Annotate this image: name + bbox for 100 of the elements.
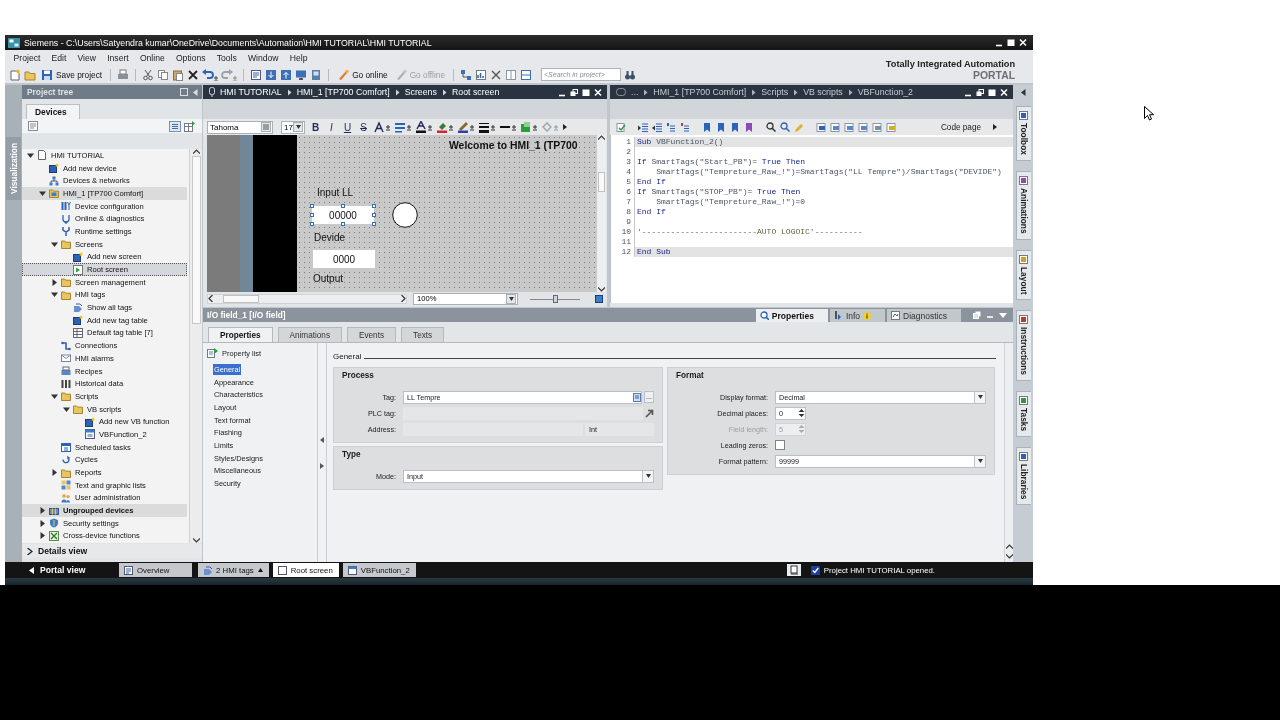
breadcrumb-item[interactable]: HMI_1 [TP700 Comfort] [653, 87, 747, 97]
io-field[interactable]: 00000 [312, 206, 374, 224]
resize-handle[interactable] [372, 222, 376, 226]
more-icon[interactable] [563, 124, 567, 130]
breadcrumb-item[interactable]: Root screen [451, 87, 500, 97]
caret-down-icon[interactable] [50, 291, 58, 299]
caret-right-icon[interactable] [50, 278, 58, 286]
more-icon[interactable] [993, 124, 997, 130]
resize-handle[interactable] [310, 222, 314, 226]
align-icon[interactable] [395, 121, 411, 133]
caret-right-icon[interactable] [38, 507, 46, 515]
menu-item[interactable]: Insert [101, 53, 135, 63]
property-tab[interactable]: Events [347, 327, 397, 342]
menu-item[interactable]: Tools [211, 53, 243, 63]
scroll-down-icon[interactable] [1005, 554, 1013, 559]
bookmark-icon[interactable] [702, 121, 712, 133]
check-icon[interactable] [616, 121, 626, 133]
scroll-down-icon[interactable] [598, 287, 605, 292]
scroll-up-icon[interactable] [598, 135, 605, 140]
screen-canvas[interactable]: Welcome to HMI_1 (TP700 Input LL 00000 Devide 0000 Output [297, 135, 597, 292]
code-page-button[interactable]: Code page [940, 122, 981, 132]
lines-icon[interactable] [680, 121, 690, 133]
breadcrumb-item[interactable]: HMI_1 [TP700 Comfort] [296, 87, 390, 97]
font-icon[interactable] [374, 121, 390, 133]
toolbar-button[interactable]: Go online [335, 67, 390, 82]
scroll-right-icon[interactable] [401, 295, 406, 302]
circle-object[interactable] [392, 202, 418, 228]
canvas-label[interactable]: Devide [314, 232, 346, 243]
code-line[interactable]: '------------------------AUTO LOGOIC'---------- [635, 227, 1013, 237]
code-line[interactable]: SmartTags("Tempreture_Raw_!")=0 [635, 197, 1013, 207]
lines-icon[interactable] [666, 121, 676, 133]
text-color-icon[interactable] [416, 121, 432, 133]
property-tab[interactable]: Texts [401, 327, 445, 342]
property-tab[interactable]: Properties [208, 327, 273, 342]
magnifier-icon[interactable] [780, 121, 790, 133]
spinner-arrows-icon[interactable] [798, 408, 805, 418]
line-width-icon[interactable] [479, 121, 495, 133]
chevron-right-icon[interactable] [320, 462, 324, 469]
close-icon[interactable] [594, 87, 602, 97]
clipboard-icon[interactable] [172, 68, 185, 81]
scroll-down-icon[interactable] [192, 538, 200, 543]
code-line[interactable]: SmartTags("Tempreture_Raw_!")=SmartTags("LL Tempre")/SmartTags("DEVIDE") [635, 167, 1013, 177]
side-tab[interactable]: Animations [1015, 170, 1031, 240]
pin-icon[interactable] [209, 87, 215, 97]
horizontal-scrollbar[interactable] [207, 293, 407, 304]
save-icon[interactable] [41, 68, 53, 81]
side-tab[interactable]: Layout [1015, 249, 1031, 300]
caret-down-icon[interactable] [50, 392, 58, 400]
resize-handle[interactable] [310, 204, 314, 208]
menu-caret-icon[interactable] [999, 311, 1007, 319]
breadcrumb-item[interactable]: Screens [404, 87, 437, 97]
diagonal-arrow-icon[interactable] [645, 408, 654, 418]
caret-right-icon[interactable] [50, 469, 58, 477]
menu-item[interactable]: Project [8, 53, 46, 63]
delete-icon[interactable] [187, 68, 200, 81]
breadcrumb-item[interactable]: ... [631, 87, 639, 97]
menu-item[interactable]: Options [170, 53, 212, 63]
scroll-left-icon[interactable] [208, 295, 213, 302]
font-field[interactable]: Tahoma [207, 120, 273, 134]
float-icon[interactable] [570, 87, 578, 97]
format-button[interactable]: S [358, 121, 369, 133]
square-icon[interactable] [595, 294, 603, 303]
caret-down-icon[interactable] [26, 151, 34, 159]
toolbar-button[interactable]: Save project [39, 67, 105, 82]
close-icon[interactable] [1000, 87, 1008, 97]
side-tab[interactable]: Tasks [1015, 390, 1031, 438]
list-box-icon[interactable] [633, 392, 641, 402]
binoculars-icon[interactable] [624, 68, 637, 81]
document-lines-icon[interactable] [28, 121, 38, 131]
collapse-icon[interactable] [1020, 89, 1026, 96]
scroll-thumb[interactable] [223, 294, 259, 303]
portal-view-button[interactable]: Portal view [29, 565, 119, 575]
property-tab[interactable]: Animations [277, 327, 342, 342]
resize-handle[interactable] [310, 213, 314, 217]
cross-icon[interactable] [490, 68, 503, 81]
capsule-icon[interactable] [616, 88, 626, 96]
caret-down-icon[interactable] [62, 405, 70, 413]
canvas-label[interactable]: Input LL [317, 187, 354, 198]
breadcrumb-item[interactable]: Scripts [761, 87, 789, 97]
bookmark-icon[interactable] [716, 121, 726, 133]
tablet-icon[interactable] [310, 68, 323, 81]
scroll-thumb[interactable] [598, 172, 605, 192]
network-icon[interactable] [460, 68, 473, 81]
format-button[interactable]: U [342, 121, 353, 133]
vertical-scrollbar[interactable] [597, 135, 606, 292]
close-icon[interactable] [1019, 38, 1027, 47]
scroll-up-icon[interactable] [1005, 544, 1013, 549]
io-field[interactable]: 0000 [313, 250, 375, 268]
table-export-icon[interactable] [184, 120, 196, 132]
scissors-icon[interactable] [142, 68, 155, 81]
menu-item[interactable]: View [71, 53, 102, 63]
details-view-toggle[interactable]: Details view [22, 544, 202, 558]
code-line[interactable]: If SmartTags("STOP_PB")= True Then [635, 187, 1013, 197]
scroll-up-icon[interactable] [192, 149, 200, 154]
canvas-label[interactable]: Output [313, 273, 344, 284]
float-icon[interactable] [976, 87, 984, 97]
font-size-field[interactable]: 17 [281, 120, 305, 134]
folder-icon[interactable] [24, 68, 36, 81]
view-tab[interactable]: Info [829, 309, 886, 322]
side-tab[interactable]: Libraries [1015, 447, 1031, 506]
